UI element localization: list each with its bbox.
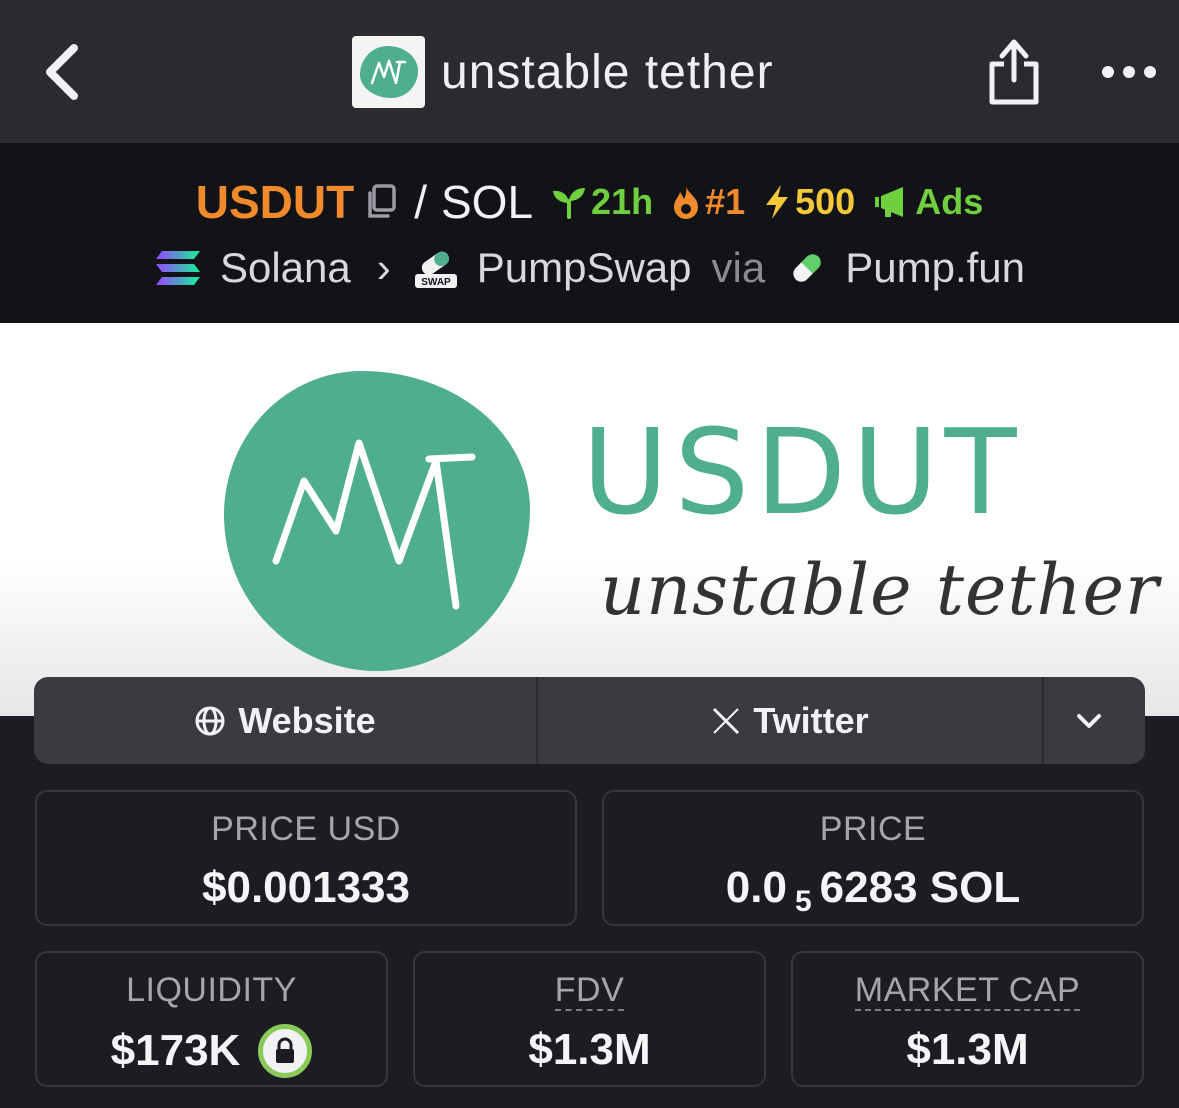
website-label: Website	[238, 699, 376, 741]
liquidity-row: $173K	[37, 1024, 386, 1078]
price-native-zeros: 5	[794, 885, 812, 918]
token-banner: USDUT unstable tether	[0, 323, 1179, 716]
rank-text: #1	[705, 181, 746, 222]
twitter-button[interactable]: Twitter	[538, 677, 1044, 764]
token-logo	[352, 36, 425, 108]
boost-badge[interactable]: 500	[763, 181, 855, 223]
boost-text: 500	[795, 181, 856, 222]
price-usd-label: PRICE USD	[211, 810, 401, 848]
liquidity-card: LIQUIDITY $173K	[35, 951, 388, 1087]
globe-icon	[195, 706, 225, 735]
price-native-prefix: 0.0	[725, 863, 787, 912]
base-symbol: USDUT	[195, 176, 355, 228]
breadcrumb-chevron-icon: ›	[376, 244, 391, 291]
token-title: unstable tether	[352, 36, 774, 108]
pumpswap-icon: SWAP	[414, 251, 457, 288]
market-cap-value: $1.3M	[906, 1025, 1029, 1074]
fdv-card: FDV $1.3M	[413, 951, 766, 1087]
chain-breadcrumb: Solana › SWAP PumpSwap via Pump.fun	[0, 239, 1179, 297]
price-usd-value: $0.001333	[202, 863, 410, 912]
website-button[interactable]: Website	[34, 677, 538, 764]
fdv-value: $1.3M	[528, 1025, 651, 1074]
pair-header: USDUT / SOL 21h #1 500 Ads Solana › SWAP…	[0, 143, 1179, 323]
banner-logo-mark-icon	[272, 439, 476, 610]
more-icon[interactable]	[1100, 58, 1158, 86]
chain-network[interactable]: Solana	[220, 244, 351, 292]
copy-icon[interactable]	[364, 183, 398, 221]
dex-name[interactable]: PumpSwap	[477, 244, 692, 292]
ads-badge[interactable]: Ads	[873, 181, 983, 223]
lock-icon[interactable]	[258, 1024, 313, 1078]
price-native-suffix: 6283 SOL	[819, 863, 1021, 912]
back-chevron-icon[interactable]	[38, 40, 88, 104]
via-text: via	[711, 244, 766, 291]
market-cap-card: MARKET CAP $1.3M	[791, 951, 1144, 1087]
seedling-icon	[553, 188, 586, 219]
banner-wordmark: USDUT	[582, 403, 1023, 541]
price-native-value: 0.0 5 6283 SOL	[604, 863, 1142, 918]
top-nav-bar: unstable tether	[0, 0, 1179, 143]
pill-icon	[793, 254, 821, 282]
twitter-label: Twitter	[753, 699, 869, 741]
market-cap-label[interactable]: MARKET CAP	[854, 973, 1081, 1011]
quote-symbol: SOL	[441, 176, 534, 228]
swap-badge-text: SWAP	[421, 277, 451, 288]
ads-text: Ads	[915, 181, 984, 222]
banner-tagline: unstable tether	[600, 549, 1160, 631]
page-title: unstable tether	[441, 45, 774, 99]
chevron-down-icon	[1076, 713, 1101, 728]
bolt-icon	[766, 185, 789, 219]
age-text: 21h	[591, 181, 654, 222]
banner-logo-blob	[224, 371, 530, 671]
age-badge: 21h	[551, 181, 653, 223]
fdv-label[interactable]: FDV	[554, 973, 625, 1011]
links-bar: Website Twitter	[34, 677, 1145, 764]
solana-icon	[155, 251, 200, 285]
price-native-card: PRICE 0.0 5 6283 SOL	[602, 790, 1144, 926]
more-links-button[interactable]	[1044, 677, 1145, 764]
pair-line: USDUT / SOL 21h #1 500 Ads	[0, 173, 1179, 231]
fire-icon	[674, 186, 699, 219]
token-logo-mark-icon	[370, 59, 406, 85]
liquidity-value: $173K	[110, 1026, 241, 1075]
x-icon	[713, 707, 740, 734]
liquidity-label: LIQUIDITY	[126, 971, 297, 1009]
rank-badge[interactable]: #1	[671, 181, 745, 223]
price-native-label: PRICE	[819, 810, 927, 848]
price-usd-card: PRICE USD $0.001333	[35, 790, 577, 926]
megaphone-icon	[875, 187, 904, 217]
share-icon[interactable]	[984, 36, 1044, 108]
launchpad-name[interactable]: Pump.fun	[845, 244, 1025, 292]
pair-separator: /	[414, 176, 427, 228]
